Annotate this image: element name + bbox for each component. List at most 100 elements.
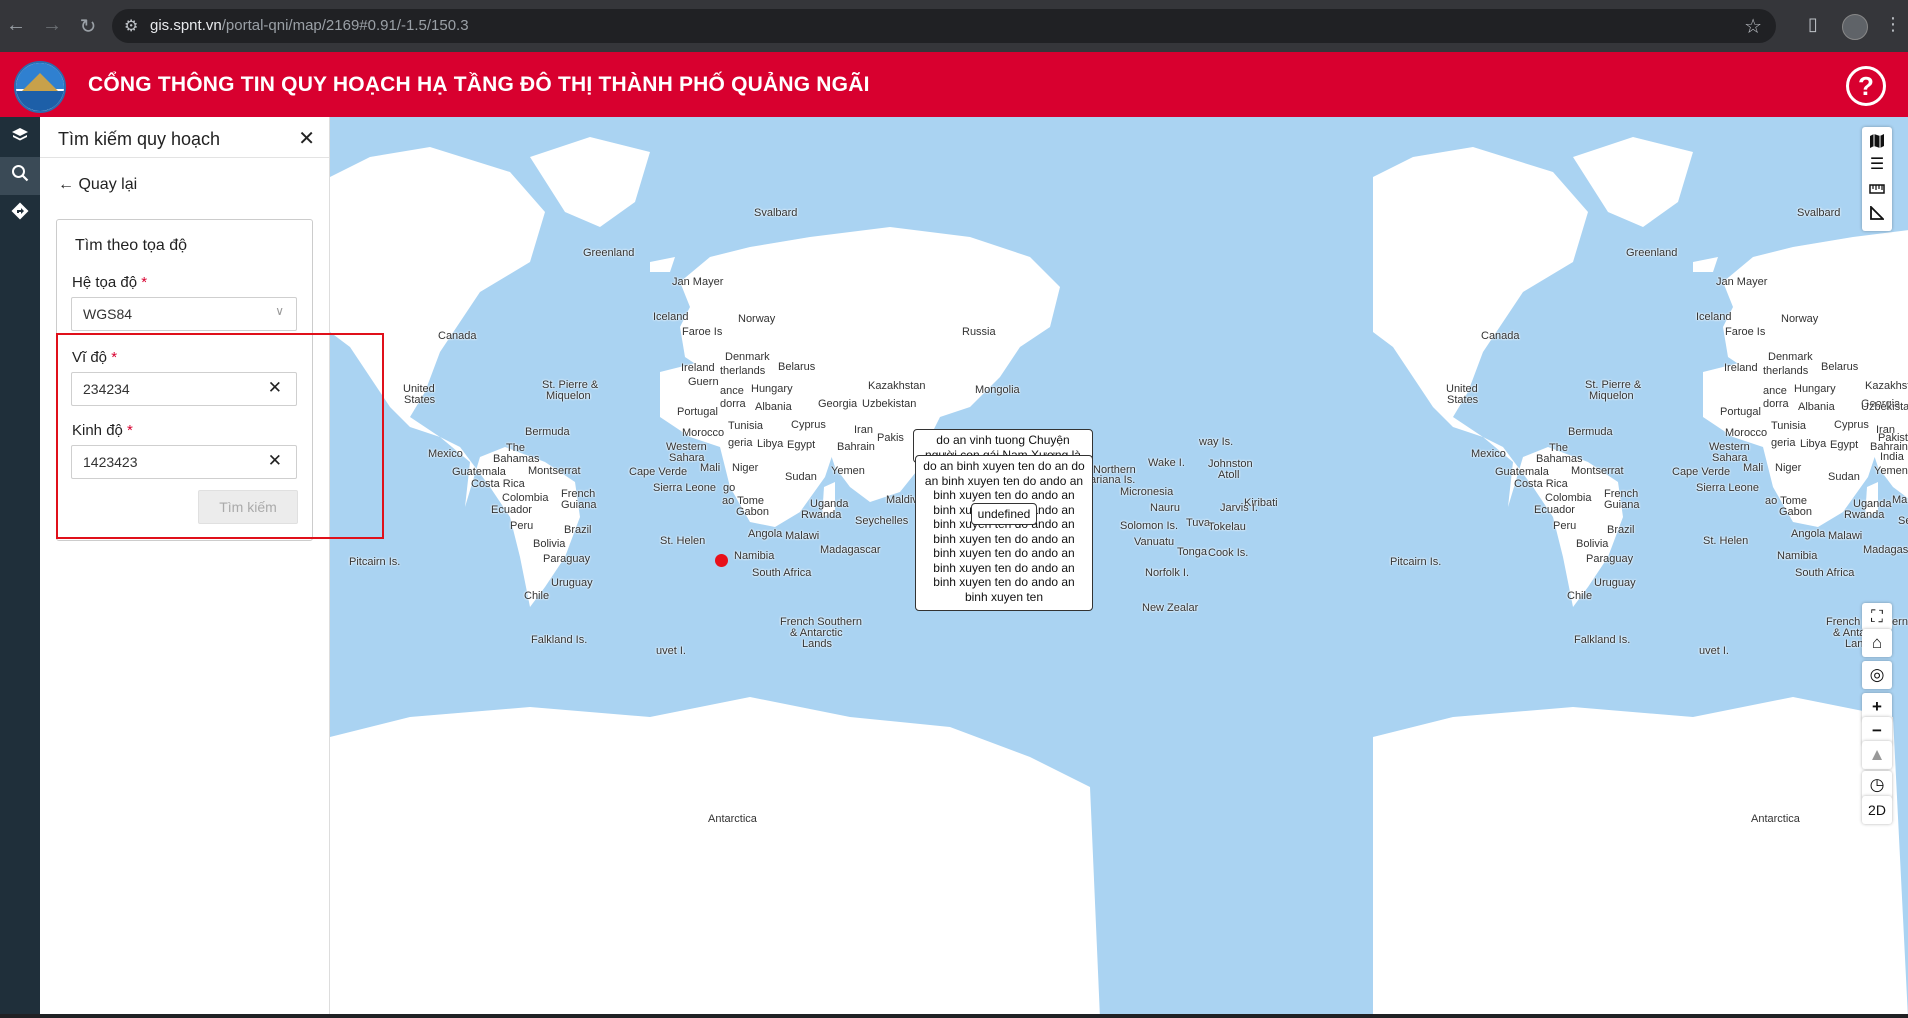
map-place-label: Ecuador (1534, 504, 1575, 516)
clock-icon[interactable]: ◷ (1862, 771, 1892, 799)
home-icon[interactable]: ⌂ (1862, 629, 1892, 657)
back-arrow-icon[interactable]: ← (4, 14, 28, 37)
crs-select[interactable]: WGS84 ∨ (71, 297, 297, 331)
map-place-label: Iran (854, 424, 873, 436)
map-place-label: Chile (524, 590, 550, 602)
map-place-label: Ireland (1724, 362, 1758, 374)
map-place-label: Maldives (1892, 494, 1908, 506)
map-place-label: Guatemala (1495, 466, 1549, 478)
map-place-label: South Africa (1795, 567, 1855, 579)
map-place-label: Costa Rica (471, 478, 525, 490)
map-place-label: dorra (1763, 398, 1789, 410)
map-place-label: Micronesia (1120, 486, 1174, 498)
plan-popup-undefined[interactable]: undefined (971, 503, 1037, 525)
map-place-label: Morocco (1725, 427, 1768, 439)
map-place-label: Madagascar (1863, 544, 1908, 556)
reload-icon[interactable]: ↻ (76, 14, 100, 39)
left-toolbar (0, 117, 40, 1018)
address-bar[interactable]: ⚙ gis.spnt.vn/portal-qni/map/2169#0.91/-… (112, 9, 1776, 43)
bottom-edge (0, 1014, 1908, 1018)
bookmark-star-icon[interactable]: ☆ (1744, 14, 1762, 39)
map-place-label: ance (1763, 385, 1787, 397)
view-mode-toggle[interactable]: 2D (1862, 796, 1892, 824)
site-settings-icon[interactable]: ⚙ (124, 16, 138, 36)
menu-kebab-icon[interactable]: ⋮ (1884, 14, 1902, 35)
map-place-label: Tunisia (1771, 420, 1807, 432)
map-place-label: Falkland Is. (531, 634, 588, 646)
map-place-label: Pitcairn Is. (1390, 556, 1442, 568)
map-place-label: therlands (1763, 365, 1809, 377)
highlight-box (56, 333, 384, 539)
plan-popup-main[interactable]: do an binh xuyen ten do an do an binh xu… (915, 455, 1093, 611)
map-place-label: Guiana (1604, 499, 1640, 511)
measure-area-icon[interactable] (1862, 199, 1892, 227)
layers-icon[interactable] (0, 119, 40, 157)
map-place-label: Wake I. (1148, 457, 1185, 469)
search-icon[interactable] (0, 157, 40, 195)
map-place-label: Portugal (1720, 406, 1761, 418)
map-place-label: St. Helen (1703, 535, 1749, 547)
map-place-label: Paraguay (1586, 553, 1634, 565)
map-place-label: Faroe Is (1725, 326, 1766, 338)
map-place-label: Mexico (1471, 448, 1506, 460)
map-place-label: States (404, 394, 436, 406)
back-link[interactable]: ← Quay lại (58, 176, 137, 194)
profile-avatar[interactable] (1842, 14, 1868, 40)
map-place-label: Greenland (583, 247, 635, 259)
directions-icon[interactable] (0, 195, 40, 233)
map-place-label: Lands (802, 638, 832, 650)
map-place-label: Hungary (1794, 383, 1836, 395)
map-place-label: Seychelles (1898, 515, 1908, 527)
close-icon[interactable]: ✕ (298, 126, 315, 151)
map-place-label: Antarctica (1751, 813, 1800, 825)
map-place-label: geria (1771, 437, 1796, 449)
browser-toolbar: ← → ↻ ⚙ gis.spnt.vn/portal-qni/map/2169#… (0, 0, 1908, 52)
map-place-label: Svalbard (754, 207, 798, 219)
compass-icon[interactable]: ▲ (1862, 741, 1892, 769)
map-place-label: Miquelon (1589, 390, 1634, 402)
my-location-icon[interactable]: ◎ (1862, 661, 1892, 689)
map-place-label: Malawi (1828, 530, 1863, 542)
map-place-label: Albania (755, 401, 792, 413)
search-panel: Tìm kiếm quy hoạch ✕ ← Quay lại Tìm theo… (40, 117, 330, 1018)
app-header: CỔNG THÔNG TIN QUY HOẠCH HẠ TẦNG ĐÔ THỊ … (0, 52, 1908, 117)
map-place-label: Colombia (1545, 492, 1592, 504)
map-place-label: Greenland (1626, 247, 1678, 259)
location-marker[interactable] (715, 554, 728, 567)
map-place-label: Sierra Leone (1696, 482, 1759, 494)
map-place-label: Mali (1743, 462, 1764, 474)
map-place-label: Bahamas (1536, 453, 1583, 465)
map-place-label: Cyprus (1834, 419, 1869, 431)
map-place-label: Uzbekistan (1861, 401, 1908, 413)
map-place-label: Kazakhstan (1865, 380, 1908, 392)
map-place-label: Cook Is. (1208, 547, 1249, 559)
forward-arrow-icon[interactable]: → (40, 14, 64, 37)
map-place-label: Belarus (1821, 361, 1859, 373)
map-place-label: Iceland (653, 311, 689, 323)
map-place-label: go (723, 482, 736, 494)
map-place-label: New Zealar (1142, 602, 1199, 614)
page-title: CỔNG THÔNG TIN QUY HOẠCH HẠ TẦNG ĐÔ THỊ … (88, 73, 870, 96)
map-place-label: uvet I. (1699, 645, 1729, 657)
map-place-label: Atoll (1218, 469, 1240, 481)
map-place-label: Paraguay (543, 553, 591, 565)
panel-title: Tìm kiếm quy hoạch (58, 129, 221, 149)
map-place-label: Libya (1800, 438, 1827, 450)
map-place-label: Hungary (751, 383, 793, 395)
map-place-label: Ireland (681, 362, 715, 374)
map-canvas[interactable]: Svalbard Greenland Jan Mayer Iceland Norway F… (330, 117, 1908, 1018)
crs-label: Hệ tọa độ * (72, 274, 148, 291)
map-place-label: Tuva (1186, 517, 1211, 529)
map-place-label: Sierra Leone (653, 482, 716, 494)
chevron-down-icon: ∨ (275, 304, 284, 318)
map-place-label: Morocco (682, 427, 725, 439)
fullscreen-icon[interactable]: ⛶ (1862, 603, 1892, 631)
card-title: Tìm theo tọa độ (75, 237, 188, 254)
map-place-label: Bermuda (1568, 426, 1613, 438)
side-panel-icon[interactable]: ▯ (1808, 14, 1818, 35)
help-button[interactable]: ? (1846, 66, 1886, 106)
map-place-label: Tunisia (728, 420, 764, 432)
map-place-label: Tonga (1177, 546, 1207, 558)
map-place-label: way Is. (1199, 436, 1234, 448)
map-place-label: Cyprus (791, 419, 826, 431)
